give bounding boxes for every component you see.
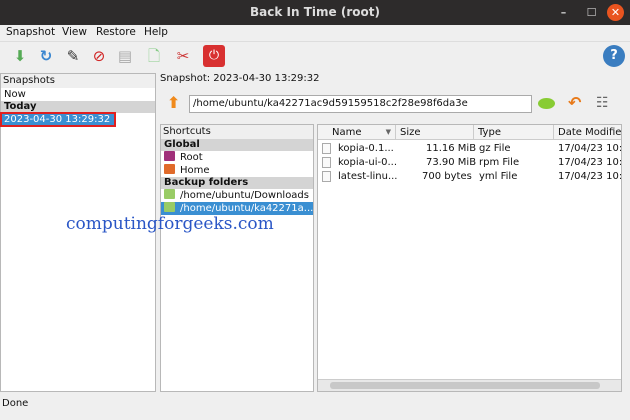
file-icon [322, 171, 331, 182]
take-snapshot-icon[interactable]: ⬇ [9, 45, 31, 67]
backup-folder-icon [164, 202, 175, 212]
remove-icon[interactable]: ⊘ [88, 45, 110, 67]
shortcut-root-label: Root [180, 152, 203, 163]
file-name: kopia-0.1... [338, 143, 394, 154]
shortcut-home-label: Home [180, 165, 210, 176]
view-log-icon[interactable]: ▤ [114, 45, 136, 67]
maximize-button[interactable]: ☐ [583, 4, 600, 21]
scrollbar-thumb[interactable] [330, 382, 600, 389]
file-date: 17/04/23 10:2 [558, 143, 622, 154]
shortcuts-group-backup: Backup folders [161, 177, 313, 189]
up-arrow-icon[interactable]: ⬆ [167, 93, 180, 112]
shortcut-root[interactable]: Root [161, 151, 313, 164]
column-type[interactable]: Type [474, 125, 554, 140]
view-last-log-icon[interactable]: 🗋 [143, 45, 165, 67]
view-list-icon[interactable]: ☷ [596, 95, 609, 111]
file-size: 700 bytes [422, 171, 472, 182]
horizontal-scrollbar[interactable] [318, 379, 621, 391]
file-name: latest-linu... [338, 171, 398, 182]
shortcuts-panel: Shortcuts Global Root Home Backup folder… [160, 124, 314, 392]
file-type: gz File [479, 143, 511, 154]
path-input[interactable]: /home/ubuntu/ka42271ac9d59159518c2f28e98… [189, 95, 532, 113]
backup-folder-icon [164, 189, 175, 199]
computer-icon [164, 151, 175, 161]
file-size: 11.16 MiB [426, 143, 477, 154]
restore-arrow-icon[interactable]: ↶ [568, 93, 581, 112]
file-size: 73.90 MiB [426, 157, 477, 168]
file-row[interactable]: kopia-0.1... 11.16 MiB gz File 17/04/23 10:… [318, 142, 622, 156]
menu-help[interactable]: Help [144, 26, 168, 38]
column-date[interactable]: Date Modified [554, 125, 621, 140]
file-icon [322, 157, 331, 168]
edit-pencil-icon[interactable]: ✎ [62, 45, 84, 67]
file-date: 17/04/23 10:2 [558, 157, 622, 168]
column-name-label: Name [332, 127, 362, 138]
column-size[interactable]: Size [396, 125, 474, 140]
snapshot-now[interactable]: Now [1, 88, 155, 101]
watermark: computingforgeeks.com [66, 214, 274, 234]
menu-snapshot[interactable]: Snapshot [6, 26, 55, 38]
menu-restore[interactable]: Restore [96, 26, 136, 38]
help-icon[interactable]: ? [603, 45, 625, 67]
menu-bar: Snapshot View Restore Help [0, 25, 630, 42]
show-hidden-eye-icon[interactable] [538, 98, 555, 109]
status-bar: Done [0, 396, 630, 420]
settings-tools-icon[interactable]: ✂ [172, 45, 194, 67]
file-row[interactable]: latest-linu... 700 bytes yml File 17/04/23 … [318, 170, 622, 184]
file-list-header: Name ▼ Size Type Date Modified [318, 125, 621, 140]
file-name: kopia-ui-0... [338, 157, 398, 168]
window-title: Back In Time (root) [250, 5, 380, 19]
home-icon [164, 164, 175, 174]
minimize-button[interactable]: – [555, 4, 572, 21]
backup-folder-label: /home/ubuntu/Downloads [180, 190, 309, 201]
title-bar: Back In Time (root) – ☐ ✕ [0, 0, 630, 25]
file-list: Name ▼ Size Type Date Modified kopia-0.1.… [317, 124, 622, 392]
shortcuts-group-global: Global [161, 139, 313, 151]
sort-down-icon: ▼ [385, 128, 391, 136]
toolbar: ⬇ ↻ ✎ ⊘ ▤ 🗋 ✂ ⏻ ? [0, 42, 630, 70]
snapshot-label: Snapshot: 2023-04-30 13:29:32 [160, 73, 320, 84]
shutdown-icon[interactable]: ⏻ [203, 45, 225, 67]
snapshot-group-today: Today [1, 101, 155, 113]
close-button[interactable]: ✕ [607, 4, 624, 21]
snapshots-header: Snapshots [1, 74, 155, 88]
backup-folder-label: /home/ubuntu/ka42271a... [180, 203, 313, 214]
backup-folder-item[interactable]: /home/ubuntu/Downloads [161, 189, 313, 202]
file-type: yml File [479, 171, 518, 182]
shortcuts-header: Shortcuts [161, 125, 313, 139]
file-date: 17/04/23 10:2 [558, 171, 622, 182]
column-name[interactable]: Name ▼ [318, 125, 396, 140]
file-row[interactable]: kopia-ui-0... 73.90 MiB rpm File 17/04/23 1… [318, 156, 622, 170]
snapshot-item-selected[interactable]: 2023-04-30 13:29:32 [0, 112, 116, 127]
menu-view[interactable]: View [62, 26, 87, 38]
shortcut-home[interactable]: Home [161, 164, 313, 177]
file-icon [322, 143, 331, 154]
file-type: rpm File [479, 157, 520, 168]
refresh-icon[interactable]: ↻ [35, 45, 57, 67]
status-text: Done [2, 398, 29, 409]
